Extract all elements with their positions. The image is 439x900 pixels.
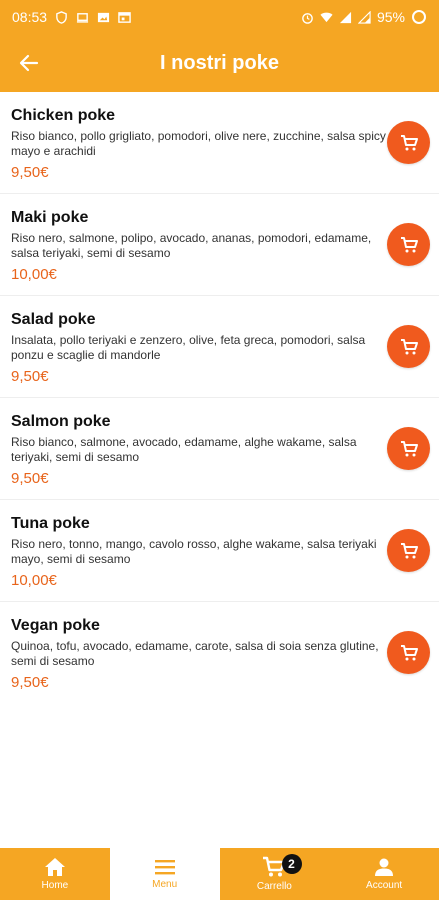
status-bar: 08:53 95% [0, 0, 439, 34]
add-to-cart-button[interactable] [387, 529, 430, 572]
product-item-maki[interactable]: Maki poke Riso nero, salmone, polipo, av… [0, 194, 439, 296]
battery-icon [412, 10, 426, 24]
calendar-icon [118, 11, 131, 23]
product-name: Chicken poke [11, 107, 116, 124]
product-description: Quinoa, tofu, avocado, edamame, carote, … [11, 639, 379, 668]
wifi-icon [320, 12, 333, 22]
product-name: Vegan poke [11, 617, 100, 634]
shield-icon [56, 10, 67, 24]
signal-icon-2 [357, 10, 371, 24]
cart-icon [400, 338, 418, 354]
cart-icon [400, 134, 418, 150]
battery-percent: 95% [376, 9, 405, 25]
product-item-salmon[interactable]: Salmon poke Riso bianco, salmone, avocad… [0, 398, 439, 500]
product-item-tuna[interactable]: Tuna poke Riso nero, tonno, mango, cavol… [0, 500, 439, 602]
product-description: Riso nero, tonno, mango, cavolo rosso, a… [11, 537, 377, 566]
home-icon [44, 858, 65, 876]
bottom-nav: Home Menu 2 Carrello Account [0, 848, 439, 900]
product-price: 9,50€ [11, 470, 49, 487]
nav-cart-label: Carrello [256, 881, 292, 892]
product-price: 9,50€ [11, 368, 49, 385]
arrow-left-icon [19, 54, 39, 72]
nav-account[interactable]: Account [329, 848, 439, 900]
cart-count-badge: 2 [281, 854, 302, 874]
add-to-cart-button[interactable] [387, 325, 430, 368]
app-bar: I nostri poke [0, 34, 439, 92]
alarm-icon [302, 12, 313, 24]
product-description: Riso bianco, pollo grigliato, pomodori, … [11, 129, 386, 158]
page-title: I nostri poke [160, 51, 279, 74]
product-description: Riso bianco, salmone, avocado, edamame, … [11, 435, 357, 464]
cart-icon [400, 440, 418, 456]
product-name: Salmon poke [11, 413, 111, 430]
back-button[interactable] [14, 48, 44, 78]
nav-menu-label: Menu [152, 879, 178, 890]
cart-icon [400, 542, 418, 558]
cart-icon [400, 644, 418, 660]
add-to-cart-button[interactable] [387, 121, 430, 164]
cart-icon [400, 236, 418, 252]
nav-account-label: Account [366, 880, 403, 891]
product-price: 9,50€ [11, 164, 49, 181]
image-icon [97, 12, 110, 22]
product-price: 9,50€ [11, 674, 49, 691]
laptop-icon [76, 12, 89, 23]
menu-icon [154, 860, 175, 875]
status-time: 08:53 [12, 9, 48, 25]
product-price: 10,00€ [11, 572, 57, 589]
add-to-cart-button[interactable] [387, 427, 430, 470]
product-name: Salad poke [11, 311, 96, 328]
product-description: Insalata, pollo teriyaki e zenzero, oliv… [11, 333, 366, 362]
product-name: Maki poke [11, 209, 89, 226]
nav-menu[interactable]: Menu [109, 848, 220, 900]
product-description: Riso nero, salmone, polipo, avocado, ana… [11, 231, 372, 260]
add-to-cart-button[interactable] [387, 631, 430, 674]
nav-home-label: Home [41, 880, 69, 891]
user-icon [375, 858, 394, 876]
product-price: 10,00€ [11, 266, 57, 283]
nav-home[interactable]: Home [0, 848, 110, 900]
product-item-chicken[interactable]: Chicken poke Riso bianco, pollo grigliat… [0, 92, 439, 194]
signal-icon [339, 11, 352, 23]
nav-cart[interactable]: 2 Carrello [220, 848, 330, 900]
product-list: Chicken poke Riso bianco, pollo grigliat… [0, 92, 439, 704]
product-item-salad[interactable]: Salad poke Insalata, pollo teriyaki e ze… [0, 296, 439, 398]
product-name: Tuna poke [11, 515, 90, 532]
product-item-vegan[interactable]: Vegan poke Quinoa, tofu, avocado, edamam… [0, 602, 439, 704]
add-to-cart-button[interactable] [387, 223, 430, 266]
